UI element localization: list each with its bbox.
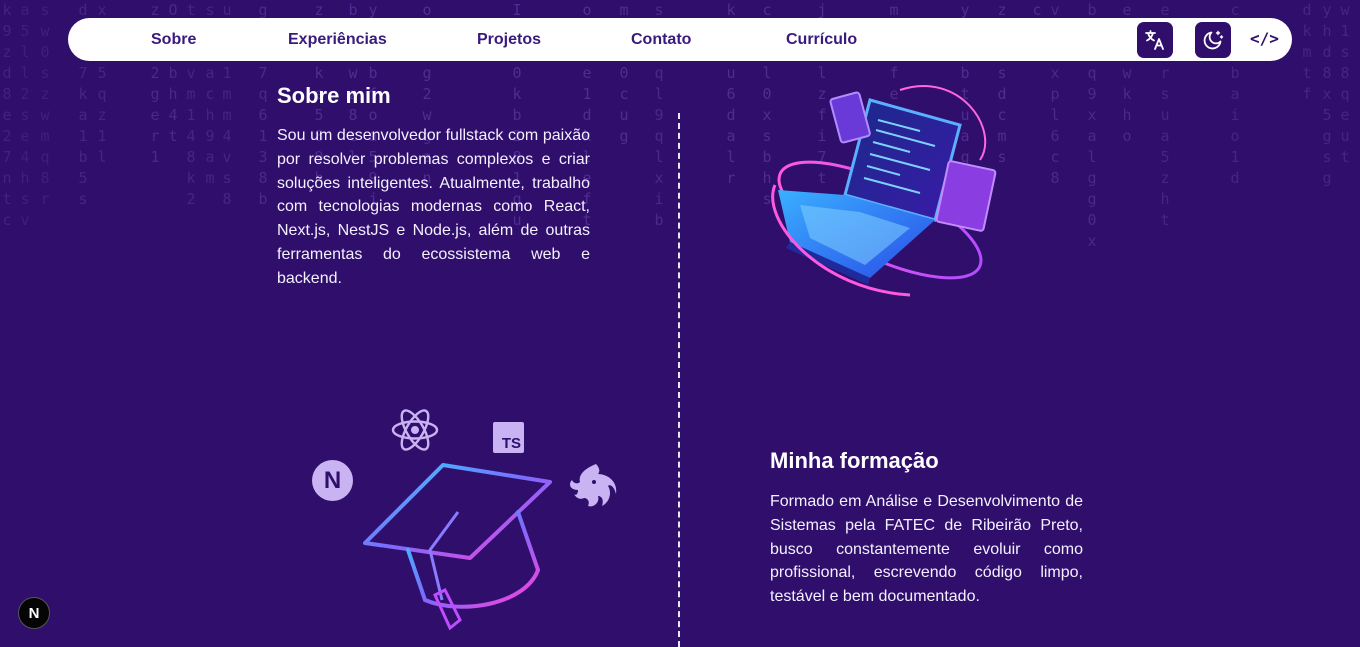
matrix-background: k9zd8e27ntc a5ll2se4hsv sw0szwmq8r d1g7k…: [2, 1, 1350, 250]
nextjs-dev-badge[interactable]: N: [18, 597, 50, 629]
react-icon: [391, 409, 439, 451]
typescript-label: TS: [501, 435, 521, 452]
nextjs-badge-letter: N: [28, 604, 40, 622]
theme-toggle-button[interactable]: [1195, 22, 1231, 58]
code-icon-button[interactable]: </>: [1250, 18, 1279, 61]
education-title: Minha formação: [770, 448, 939, 473]
education-text: Formado em Análise e Desenvolvimento de …: [770, 493, 1083, 606]
language-toggle-button[interactable]: [1137, 22, 1173, 58]
nav-link-projetos[interactable]: Projetos: [477, 18, 541, 61]
nav-link-curriculo[interactable]: Currículo: [786, 18, 857, 61]
nav-link-contato[interactable]: Contato: [631, 18, 691, 61]
typescript-icon: TS: [493, 422, 524, 453]
about-text: Sou um desenvolvedor fullstack com paixã…: [277, 127, 590, 287]
section-divider: [678, 113, 680, 647]
nextjs-icon: N: [312, 460, 353, 501]
education-illustration: [363, 463, 552, 631]
moon-icon: [1203, 30, 1224, 50]
navbar: Sobre Experiências Projetos Contato Curr…: [68, 18, 1292, 61]
nextjs-letter: N: [323, 466, 342, 494]
nestjs-icon: [570, 464, 617, 507]
about-title: Sobre mim: [277, 83, 391, 108]
nav-link-experiencias[interactable]: Experiências: [288, 18, 387, 61]
laptop-illustration: [771, 85, 997, 297]
translate-icon: [1145, 30, 1164, 50]
nav-link-sobre[interactable]: Sobre: [151, 18, 196, 61]
